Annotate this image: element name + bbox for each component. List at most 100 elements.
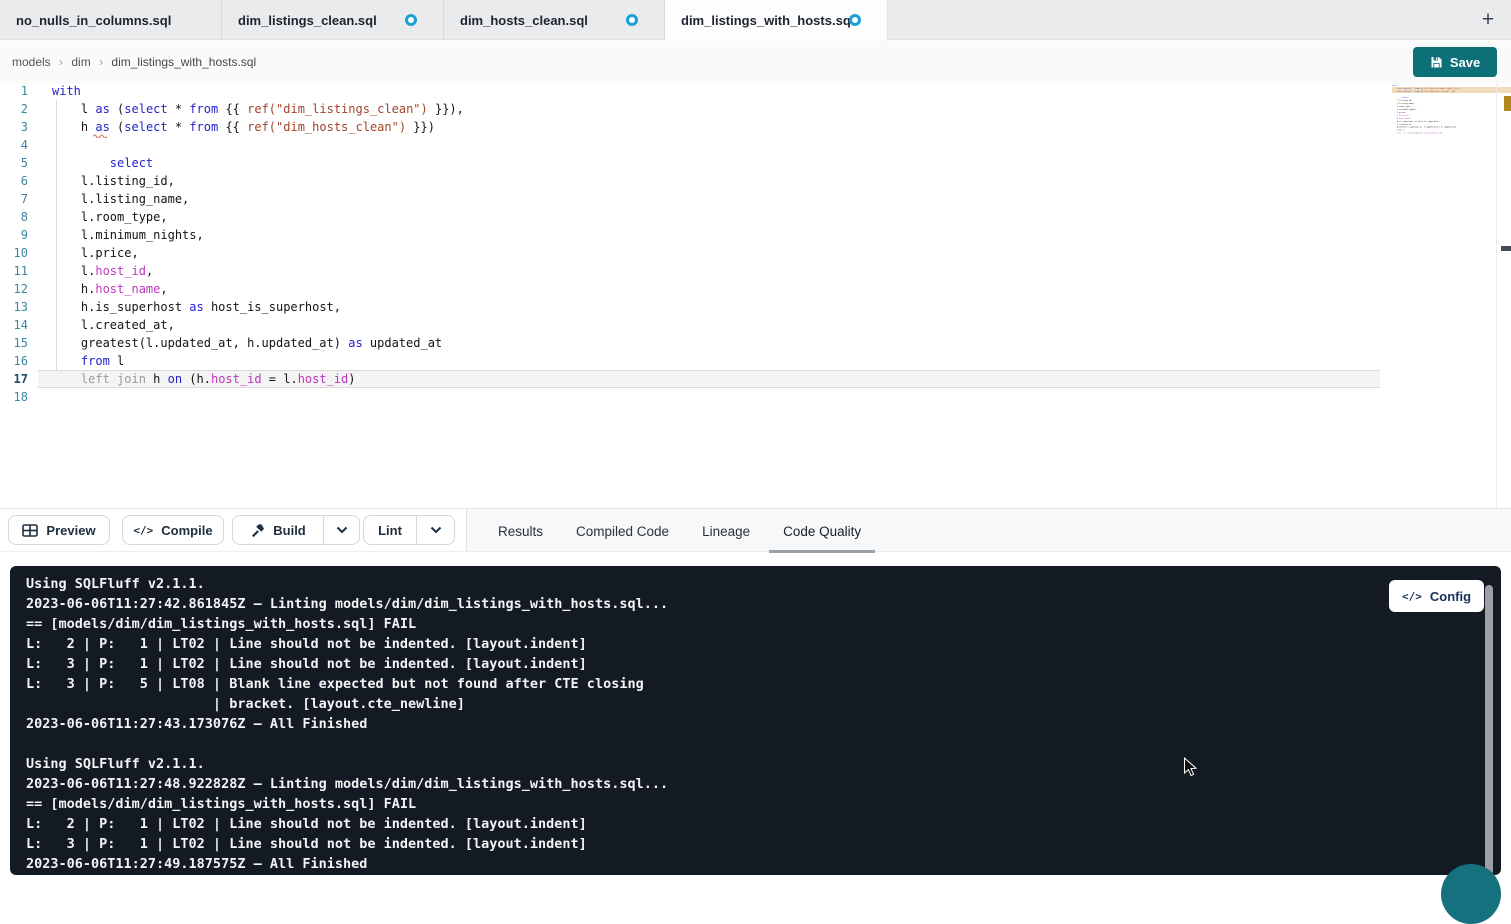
- terminal-output-panel[interactable]: Using SQLFluff v2.1.1.2023-06-06T11:27:4…: [10, 566, 1501, 875]
- save-button[interactable]: Save: [1413, 47, 1497, 77]
- overview-ruler-warning-marker[interactable]: [1504, 96, 1511, 111]
- code-line-text: l.minimum_nights,: [52, 226, 204, 244]
- unsaved-changes-dot-icon: [626, 14, 638, 26]
- terminal-scrollbar[interactable]: [1485, 585, 1493, 875]
- code-line-11[interactable]: 11 l.host_id,: [0, 262, 1380, 280]
- tab-compiled-code[interactable]: Compiled Code: [562, 509, 683, 553]
- tab-no_nulls_in_columns[interactable]: no_nulls_in_columns.sql: [0, 0, 222, 40]
- breadcrumb-item-models[interactable]: models: [12, 55, 51, 69]
- code-line-16[interactable]: 16 from l: [0, 352, 1380, 370]
- code-line-text: l.listing_name,: [52, 190, 189, 208]
- build-button[interactable]: Build: [233, 516, 323, 544]
- code-token: left join: [1397, 132, 1408, 134]
- floppy-disk-icon: [1430, 56, 1443, 69]
- terminal-output-text: Using SQLFluff v2.1.1.2023-06-06T11:27:4…: [26, 574, 668, 874]
- code-line-14[interactable]: 14 l.created_at,: [0, 316, 1380, 334]
- code-line-12[interactable]: 12 h.host_name,: [0, 280, 1380, 298]
- hammer-icon: [250, 523, 265, 538]
- code-line-3[interactable]: 3 h as (select * from {{ ref("dim_hosts_…: [0, 118, 1380, 136]
- overview-ruler-cursor-marker: [1501, 246, 1511, 251]
- minimap[interactable]: with l as (select * from {{ ref("dim_lis…: [1392, 84, 1464, 146]
- build-button-label: Build: [273, 523, 306, 538]
- code-token: as: [189, 300, 203, 314]
- tab-code-quality[interactable]: Code Quality: [769, 509, 875, 553]
- line-number: 12: [0, 280, 28, 298]
- build-button-group: Build: [232, 515, 360, 545]
- unsaved-changes-dot-icon: [849, 14, 861, 26]
- code-line-7[interactable]: 7 l.listing_name,: [0, 190, 1380, 208]
- code-token: h: [1392, 90, 1399, 92]
- code-editor[interactable]: 1with2 l as (select * from {{ ref("dim_l…: [0, 84, 1511, 508]
- code-line-text: greatest(l.updated_at, h.updated_at) as …: [52, 334, 442, 352]
- code-line-1[interactable]: 1with: [0, 82, 1380, 100]
- code-icon: </>: [1402, 590, 1422, 603]
- code-token: ref("dim_listings_clean"): [247, 102, 428, 116]
- code-line-9[interactable]: 9 l.minimum_nights,: [0, 226, 1380, 244]
- code-line-text: l.room_type,: [52, 208, 168, 226]
- tab-results[interactable]: Results: [484, 509, 557, 553]
- code-token: ): [348, 372, 355, 386]
- code-line-10[interactable]: 10 l.price,: [0, 244, 1380, 262]
- code-token: = l.: [262, 372, 298, 386]
- code-token: h: [52, 120, 95, 134]
- code-token: l.room_type,: [52, 210, 168, 224]
- code-token: from: [189, 102, 218, 116]
- new-tab-button[interactable]: +: [1473, 5, 1503, 35]
- code-token: on: [168, 372, 182, 386]
- code-token: host_id: [298, 372, 349, 386]
- line-number: 7: [0, 190, 28, 208]
- code-line-text: l.created_at,: [52, 316, 175, 334]
- tab-label: no_nulls_in_columns.sql: [16, 13, 171, 28]
- terminal-line: == [models/dim/dim_listings_with_hosts.s…: [26, 794, 668, 814]
- code-line-2[interactable]: 2 l as (select * from {{ ref("dim_listin…: [0, 100, 1380, 118]
- result-tab-strip: ResultsCompiled CodeLineageCode Quality: [484, 509, 875, 553]
- terminal-line: 2023-06-06T11:27:49.187575Z — All Finish…: [26, 854, 668, 874]
- code-line-18[interactable]: 18: [0, 388, 1380, 406]
- code-icon: </>: [133, 524, 153, 537]
- code-token: h.is_superhost: [52, 300, 189, 314]
- lint-button[interactable]: Lint: [364, 516, 416, 544]
- tab-dim_listings_clean[interactable]: dim_listings_clean.sql: [222, 0, 444, 40]
- tab-lineage[interactable]: Lineage: [688, 509, 764, 553]
- code-token: [52, 156, 110, 170]
- code-token: (: [110, 120, 124, 134]
- code-token: ,: [146, 264, 153, 278]
- chevron-down-icon: [430, 526, 442, 534]
- config-button-label: Config: [1430, 589, 1471, 604]
- chevron-down-icon: [336, 526, 348, 534]
- code-token: l.listing_name,: [52, 192, 189, 206]
- line-number: 2: [0, 100, 28, 118]
- terminal-line: 2023-06-06T11:27:43.173076Z — All Finish…: [26, 714, 668, 734]
- help-chat-bubble-button[interactable]: [1441, 864, 1501, 924]
- line-number: 17: [0, 370, 28, 388]
- code-token: host_is_superhost,: [1417, 120, 1440, 122]
- tab-dim_listings_with_hosts[interactable]: dim_listings_with_hosts.sql: [665, 0, 888, 41]
- preview-button[interactable]: Preview: [8, 515, 110, 545]
- terminal-line: 2023-06-06T11:27:42.861845Z — Linting mo…: [26, 594, 668, 614]
- code-line-text: select: [52, 154, 153, 172]
- code-token: select: [110, 156, 153, 170]
- code-line-17[interactable]: 17 left join h on (h.host_id = l.host_id…: [0, 370, 1380, 388]
- code-token: as: [95, 102, 109, 116]
- action-bar: Preview </> Compile Build Lint ResultsCo…: [0, 508, 1511, 552]
- lint-button-group: Lint: [363, 515, 455, 545]
- code-line-4[interactable]: 4: [0, 136, 1380, 154]
- breadcrumb: models › dim › dim_listings_with_hosts.s…: [12, 55, 256, 69]
- plus-icon: +: [1482, 8, 1494, 31]
- compile-button[interactable]: </> Compile: [122, 515, 224, 545]
- code-line-13[interactable]: 13 h.is_superhost as host_is_superhost,: [0, 298, 1380, 316]
- code-line-5[interactable]: 5 select: [0, 154, 1380, 172]
- tab-dim_hosts_clean[interactable]: dim_hosts_clean.sql: [444, 0, 665, 40]
- lint-options-dropdown[interactable]: [416, 516, 454, 544]
- code-token: l.created_at,: [52, 318, 175, 332]
- build-options-dropdown[interactable]: [323, 516, 359, 544]
- lint-config-button[interactable]: </> Config: [1389, 580, 1484, 612]
- mouse-pointer-icon: [1183, 757, 1198, 778]
- code-line-15[interactable]: 15 greatest(l.updated_at, h.updated_at) …: [0, 334, 1380, 352]
- code-line-6[interactable]: 6 l.listing_id,: [0, 172, 1380, 190]
- breadcrumb-item-dim[interactable]: dim: [71, 55, 90, 69]
- code-line-8[interactable]: 8 l.room_type,: [0, 208, 1380, 226]
- code-token: ref("dim_hosts_clean"): [247, 120, 406, 134]
- code-token: h.: [52, 282, 95, 296]
- code-line-text: h.is_superhost as host_is_superhost,: [52, 298, 341, 316]
